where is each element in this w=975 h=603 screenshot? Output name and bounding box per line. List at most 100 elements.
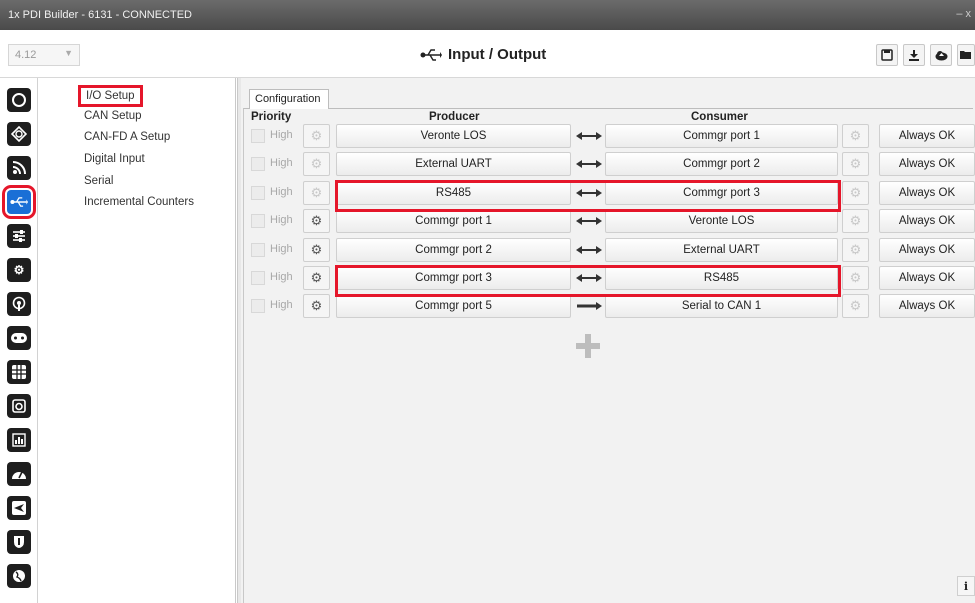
- producer-button[interactable]: Commgr port 2: [336, 237, 571, 262]
- submenu-item-incremental-counters[interactable]: Incremental Counters: [84, 196, 194, 208]
- submenu-item-io-setup[interactable]: I/O Setup: [78, 85, 143, 107]
- grid-icon[interactable]: [7, 360, 31, 384]
- priority-checkbox[interactable]: [251, 242, 265, 257]
- consumer-button[interactable]: Commgr port 1: [605, 124, 838, 148]
- double-arrow-icon: [574, 269, 604, 287]
- consumer-button[interactable]: RS485: [605, 266, 838, 290]
- submenu-item-can-setup[interactable]: CAN Setup: [84, 110, 142, 122]
- rss-icon[interactable]: [7, 156, 31, 180]
- io-row: High ⚙ Commgr port 1 Veronte LOS ⚙ Always OK: [241, 209, 975, 234]
- open-folder-button[interactable]: [957, 44, 975, 66]
- gears-icon: ⚙: [310, 241, 323, 257]
- io-row: High ⚙ Commgr port 3 RS485 ⚙ Always OK: [241, 266, 975, 290]
- gears-icon: ⚙: [849, 298, 862, 314]
- beacon-icon[interactable]: [7, 292, 31, 316]
- producer-button[interactable]: Veronte LOS: [336, 124, 571, 148]
- producer-settings-button[interactable]: ⚙: [303, 124, 330, 148]
- page-title: Input / Output: [420, 46, 546, 63]
- status-button[interactable]: Always OK: [879, 209, 975, 234]
- cloud-upload-button[interactable]: [930, 44, 952, 66]
- priority-checkbox[interactable]: [251, 129, 265, 143]
- producer-settings-button[interactable]: ⚙: [303, 180, 330, 205]
- consumer-button[interactable]: Commgr port 3: [605, 180, 838, 205]
- consumer-settings-button[interactable]: ⚙: [842, 124, 869, 148]
- consumer-settings-button[interactable]: ⚙: [842, 266, 869, 290]
- status-button[interactable]: Always OK: [879, 180, 975, 205]
- add-connection-button[interactable]: [576, 334, 600, 358]
- producer-button[interactable]: Commgr port 1: [336, 209, 571, 234]
- gears-icon[interactable]: ⚙: [7, 258, 31, 282]
- submenu-item-digital-input[interactable]: Digital Input: [84, 153, 145, 165]
- producer-button[interactable]: Commgr port 3: [336, 266, 571, 290]
- info-button[interactable]: i: [957, 576, 975, 596]
- window-titlebar: 1x PDI Builder - 6131 - CONNECTED – x: [0, 0, 975, 30]
- consumer-button[interactable]: External UART: [605, 237, 838, 262]
- submenu-item-can-fd-a-setup[interactable]: CAN-FD A Setup: [84, 131, 170, 143]
- gamepad-icon[interactable]: [7, 326, 31, 350]
- status-button[interactable]: Always OK: [879, 266, 975, 290]
- dashboard-icon[interactable]: [7, 462, 31, 486]
- power-icon[interactable]: [7, 88, 31, 112]
- producer-settings-button[interactable]: ⚙: [303, 294, 330, 319]
- consumer-settings-button[interactable]: ⚙: [842, 209, 869, 234]
- priority-checkbox[interactable]: [251, 214, 265, 229]
- save-button[interactable]: [876, 44, 898, 66]
- header-priority: Priority: [251, 111, 292, 123]
- producer-button[interactable]: RS485: [336, 180, 571, 205]
- usb-icon[interactable]: [2, 185, 36, 219]
- sliders-icon[interactable]: [7, 224, 31, 248]
- priority-checkbox[interactable]: [251, 157, 265, 172]
- consumer-button[interactable]: Commgr port 2: [605, 152, 838, 177]
- producer-settings-button[interactable]: ⚙: [303, 237, 330, 262]
- chevron-down-icon: ▼: [64, 48, 73, 58]
- plane-icon[interactable]: [7, 496, 31, 520]
- cloud-upload-icon: [935, 50, 947, 60]
- double-arrow-icon: [574, 212, 604, 230]
- gears-icon: ⚙: [310, 156, 323, 172]
- submenu-item-serial[interactable]: Serial: [84, 175, 113, 187]
- header-producer: Producer: [429, 111, 480, 123]
- io-row: High ⚙ Commgr port 2 External UART ⚙ Always O…: [241, 237, 975, 262]
- priority-high-label: High: [270, 129, 293, 141]
- status-button[interactable]: Always OK: [879, 124, 975, 148]
- tab-configuration[interactable]: Configuration: [249, 89, 329, 109]
- arrow-right-icon: [574, 297, 604, 315]
- priority-high-label: High: [270, 157, 293, 170]
- folder-open-icon: [960, 51, 971, 59]
- window-controls[interactable]: – x: [956, 8, 971, 20]
- download-button[interactable]: [903, 44, 925, 66]
- priority-checkbox[interactable]: [251, 185, 265, 200]
- geometry-icon[interactable]: [7, 122, 31, 146]
- producer-button[interactable]: Commgr port 5: [336, 294, 571, 319]
- info-icon: i: [963, 579, 969, 593]
- producer-settings-button[interactable]: ⚙: [303, 209, 330, 234]
- version-value: 4.12: [15, 49, 37, 61]
- chart-icon[interactable]: [7, 428, 31, 452]
- shield-icon[interactable]: [7, 530, 31, 554]
- page-title-text: Input / Output: [448, 46, 547, 63]
- priority-checkbox[interactable]: [251, 271, 265, 285]
- producer-settings-button[interactable]: ⚙: [303, 152, 330, 177]
- double-arrow-icon: [574, 241, 604, 259]
- status-button[interactable]: Always OK: [879, 152, 975, 177]
- status-button[interactable]: Always OK: [879, 294, 975, 319]
- consumer-settings-button[interactable]: ⚙: [842, 152, 869, 177]
- window-title: 1x PDI Builder - 6131 - CONNECTED: [8, 9, 192, 21]
- nav-sidebar: ⚙: [0, 78, 38, 603]
- camera-icon[interactable]: [7, 394, 31, 418]
- consumer-button[interactable]: Veronte LOS: [605, 209, 838, 234]
- producer-settings-button[interactable]: ⚙: [303, 266, 330, 290]
- gears-icon: ⚙: [849, 213, 862, 229]
- consumer-settings-button[interactable]: ⚙: [842, 180, 869, 205]
- consumer-settings-button[interactable]: ⚙: [842, 294, 869, 319]
- version-select[interactable]: 4.12 ▼: [8, 44, 80, 66]
- priority-checkbox[interactable]: [251, 299, 265, 314]
- status-button[interactable]: Always OK: [879, 237, 975, 262]
- producer-button[interactable]: External UART: [336, 152, 571, 177]
- globe-icon[interactable]: [7, 564, 31, 588]
- header-consumer: Consumer: [691, 111, 748, 123]
- gears-icon: ⚙: [310, 213, 323, 229]
- consumer-settings-button[interactable]: ⚙: [842, 237, 869, 262]
- gears-icon: ⚙: [849, 156, 862, 172]
- consumer-button[interactable]: Serial to CAN 1: [605, 294, 838, 319]
